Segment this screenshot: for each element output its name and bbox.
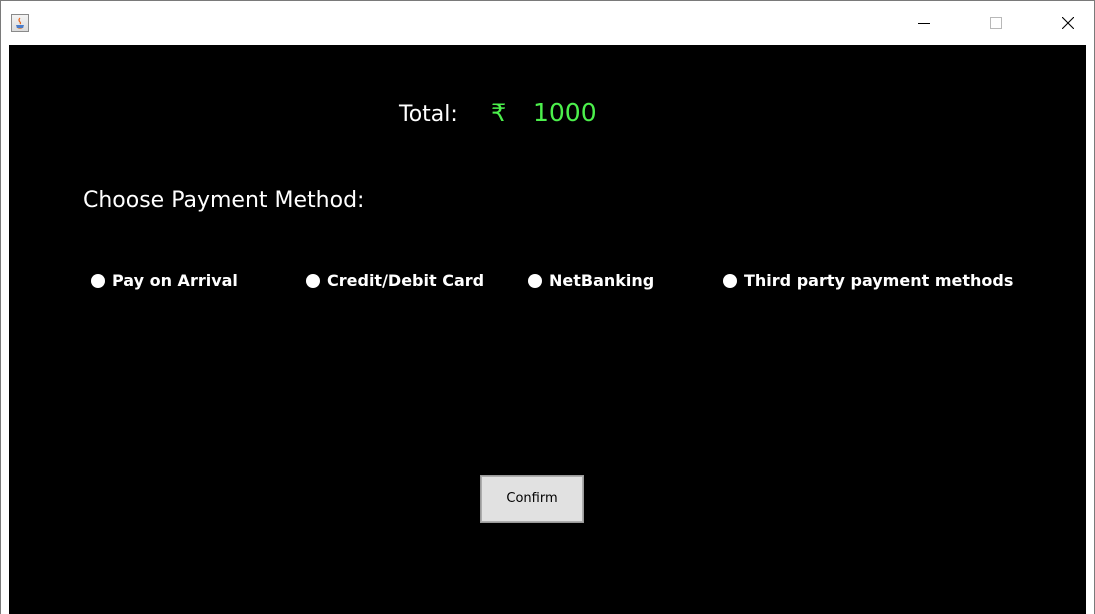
title-bar[interactable] bbox=[1, 0, 1094, 45]
close-icon bbox=[1062, 17, 1074, 29]
radio-button-icon[interactable] bbox=[91, 274, 105, 288]
total-row: Total: ₹ 1000 bbox=[9, 97, 1086, 133]
app-window: Total: ₹ 1000 Choose Payment Method: Pay… bbox=[0, 0, 1095, 614]
radio-label[interactable]: Credit/Debit Card bbox=[327, 271, 484, 291]
minimize-button[interactable] bbox=[901, 1, 947, 45]
close-button[interactable] bbox=[1045, 1, 1091, 45]
radio-label[interactable]: NetBanking bbox=[549, 271, 654, 291]
minimize-icon bbox=[918, 23, 930, 24]
currency-symbol: ₹ bbox=[491, 99, 507, 127]
total-label: Total: bbox=[399, 102, 458, 127]
radio-third-party[interactable]: Third party payment methods bbox=[723, 271, 1013, 291]
maximize-icon bbox=[990, 17, 1002, 29]
radio-netbanking[interactable]: NetBanking bbox=[528, 271, 654, 291]
radio-button-icon[interactable] bbox=[723, 274, 737, 288]
radio-label[interactable]: Pay on Arrival bbox=[112, 271, 238, 291]
java-app-icon[interactable] bbox=[11, 14, 29, 32]
payment-panel: Total: ₹ 1000 Choose Payment Method: Pay… bbox=[9, 45, 1086, 614]
payment-method-heading: Choose Payment Method: bbox=[83, 188, 365, 213]
confirm-button[interactable]: Confirm bbox=[480, 475, 584, 523]
radio-button-icon[interactable] bbox=[306, 274, 320, 288]
radio-pay-on-arrival[interactable]: Pay on Arrival bbox=[91, 271, 238, 291]
maximize-button[interactable] bbox=[973, 1, 1019, 45]
total-amount: 1000 bbox=[533, 98, 597, 127]
radio-label[interactable]: Third party payment methods bbox=[744, 271, 1013, 291]
radio-button-icon[interactable] bbox=[528, 274, 542, 288]
radio-credit-debit-card[interactable]: Credit/Debit Card bbox=[306, 271, 484, 291]
